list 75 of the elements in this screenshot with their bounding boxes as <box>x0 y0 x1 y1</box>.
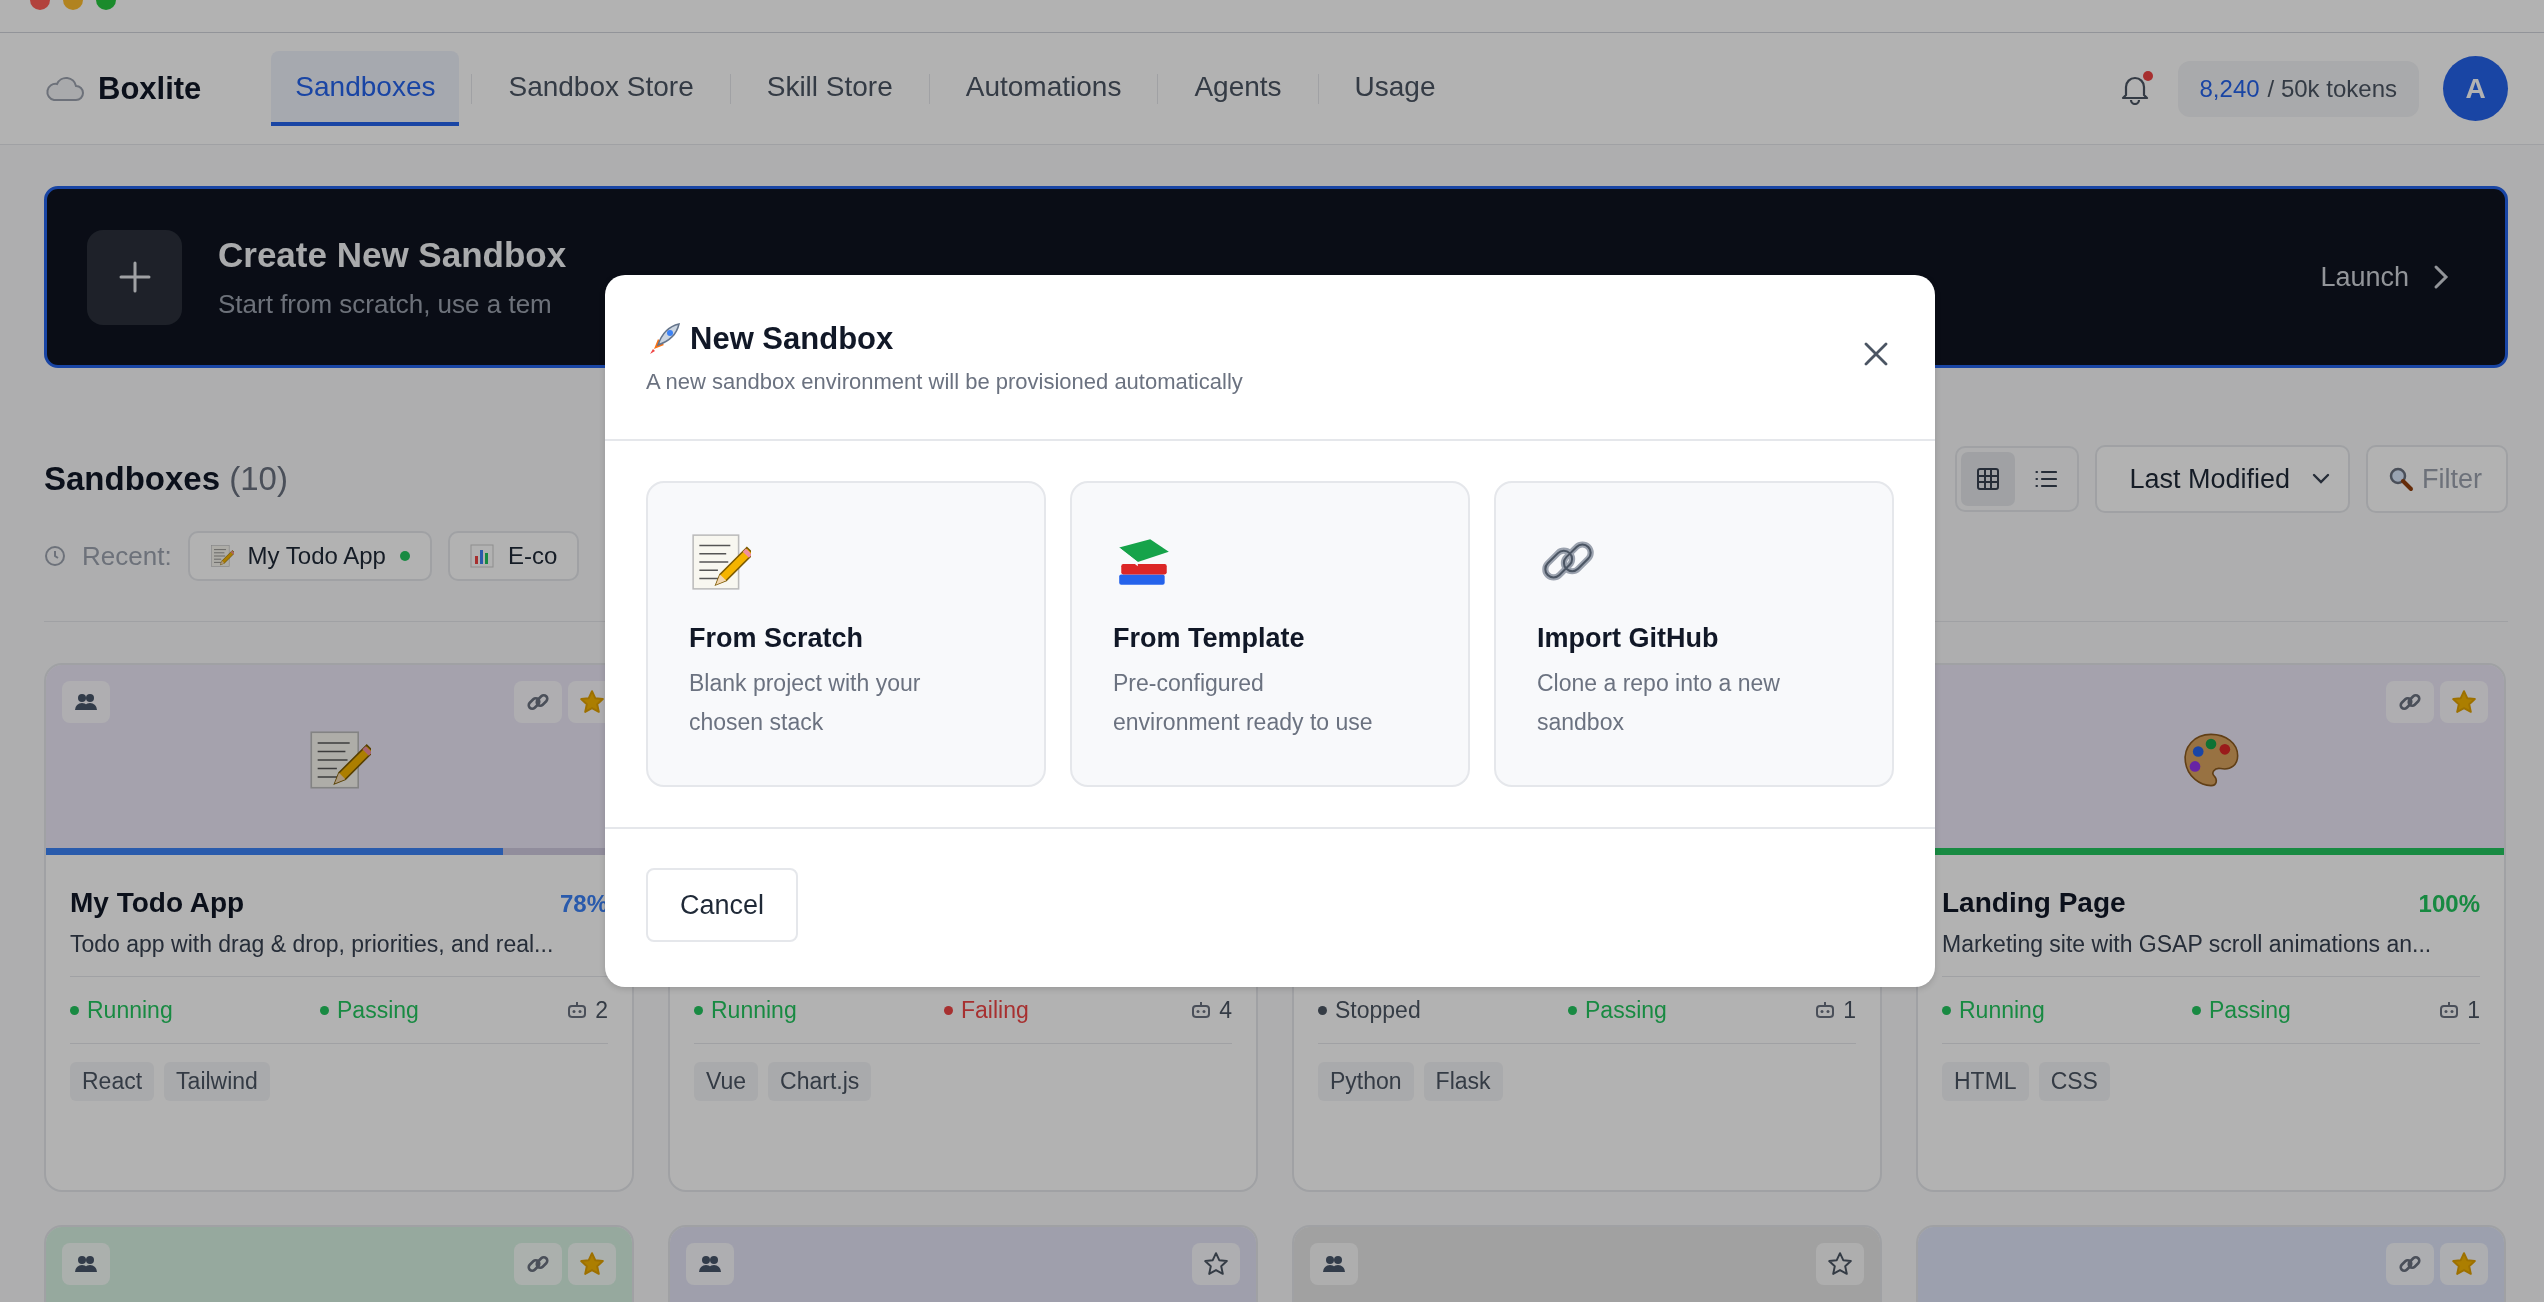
nav-tab[interactable]: Automations <box>941 51 1146 126</box>
app-logo-text: Boxlite <box>98 70 202 107</box>
nav-tab[interactable]: Agents <box>1170 51 1306 126</box>
tech-tag: Flask <box>1423 1062 1503 1101</box>
agent-count: 4 <box>1219 996 1232 1024</box>
status-label: Passing <box>1568 996 1816 1024</box>
robot-icon <box>1191 1001 1212 1019</box>
search-icon <box>2388 466 2414 492</box>
status-label: Passing <box>2192 996 2440 1024</box>
agent-count: 2 <box>595 996 608 1024</box>
link-icon[interactable] <box>2386 1243 2434 1285</box>
cancel-button[interactable]: Cancel <box>646 868 799 942</box>
launch-button[interactable]: Launch <box>2314 260 2455 294</box>
grid-icon <box>1977 468 2000 490</box>
status-label: Running <box>694 996 944 1024</box>
banner-title: Create New Sandbox <box>218 234 568 275</box>
section-title: Sandboxes (10) <box>44 460 289 498</box>
notepad-pencil-icon <box>689 531 751 593</box>
nav-tab[interactable]: Sandboxes <box>271 51 460 126</box>
chevron-right-icon <box>2433 264 2449 290</box>
option-card[interactable]: Import GitHub Clone a repo into a new sandbox <box>1494 481 1894 787</box>
grid-view-button[interactable] <box>1961 452 2016 506</box>
nav-tab[interactable]: Skill Store <box>742 51 917 126</box>
list-icon <box>2035 470 2058 488</box>
tech-tag: Vue <box>694 1062 759 1101</box>
option-card[interactable]: From Scratch Blank project with your chosen stack <box>646 481 1046 787</box>
link-icon[interactable] <box>2386 681 2434 723</box>
tech-tag: HTML <box>1942 1062 2029 1101</box>
shared-people-icon[interactable] <box>62 1243 110 1285</box>
sort-dropdown[interactable]: Last Modified <box>2095 445 2350 513</box>
link-icon[interactable] <box>514 681 562 723</box>
progress-percent: 100% <box>2418 890 2480 918</box>
card-title: Landing Page <box>1942 887 2126 919</box>
robot-icon <box>1815 1001 1836 1019</box>
recent-chip[interactable]: My Todo App <box>187 531 432 581</box>
status-label: Failing <box>944 996 1192 1024</box>
status-label: Running <box>70 996 320 1024</box>
tech-tag: Tailwind <box>164 1062 270 1101</box>
tech-tag: React <box>70 1062 155 1101</box>
dialog-subtitle: A new sandbox environment will be provisioned automatically <box>646 369 1244 395</box>
chevron-down-icon <box>2312 473 2330 485</box>
status-label: Passing <box>320 996 568 1024</box>
notes-icon <box>209 544 234 568</box>
token-count: 8,240 <box>2199 74 2260 103</box>
notepad-pencil-icon <box>307 728 371 792</box>
add-tile[interactable] <box>87 229 182 325</box>
card-description: Marketing site with GSAP scroll animations an... <box>1942 931 2480 977</box>
clock-icon <box>44 545 66 567</box>
agent-count: 1 <box>2467 996 2480 1024</box>
banner-subtitle: Start from scratch, use a tem <box>218 288 553 320</box>
nav-tab[interactable]: Usage <box>1330 51 1460 126</box>
chart-icon <box>469 544 494 568</box>
option-card[interactable]: From Template Pre-configured environment ready to use <box>1070 481 1470 787</box>
dialog-title: New Sandbox <box>646 321 1857 357</box>
card-title: My Todo App <box>70 887 245 919</box>
status-label: Running <box>1942 996 2192 1024</box>
shared-people-icon[interactable] <box>1310 1243 1358 1285</box>
nav-tab[interactable]: Sandbox Store <box>484 51 718 126</box>
recent-label: Recent: <box>82 540 172 572</box>
agent-count: 1 <box>1843 996 1856 1024</box>
shared-people-icon[interactable] <box>62 681 110 723</box>
plus-icon <box>117 260 152 294</box>
link-icon[interactable] <box>514 1243 562 1285</box>
robot-icon <box>2439 1001 2460 1019</box>
tech-tag: CSS <box>2038 1062 2110 1101</box>
shared-people-icon[interactable] <box>686 1243 734 1285</box>
user-avatar[interactable]: A <box>2443 56 2508 121</box>
token-limit: / 50k tokens <box>2267 74 2397 103</box>
status-label: Stopped <box>1318 996 1568 1024</box>
tech-tag: Python <box>1318 1062 1414 1101</box>
recent-chip[interactable]: E-co <box>447 531 580 581</box>
progress-percent: 78% <box>559 890 608 918</box>
cloud-logo-icon <box>44 75 84 102</box>
tech-tag: Chart.js <box>768 1062 872 1101</box>
robot-icon <box>567 1001 588 1019</box>
